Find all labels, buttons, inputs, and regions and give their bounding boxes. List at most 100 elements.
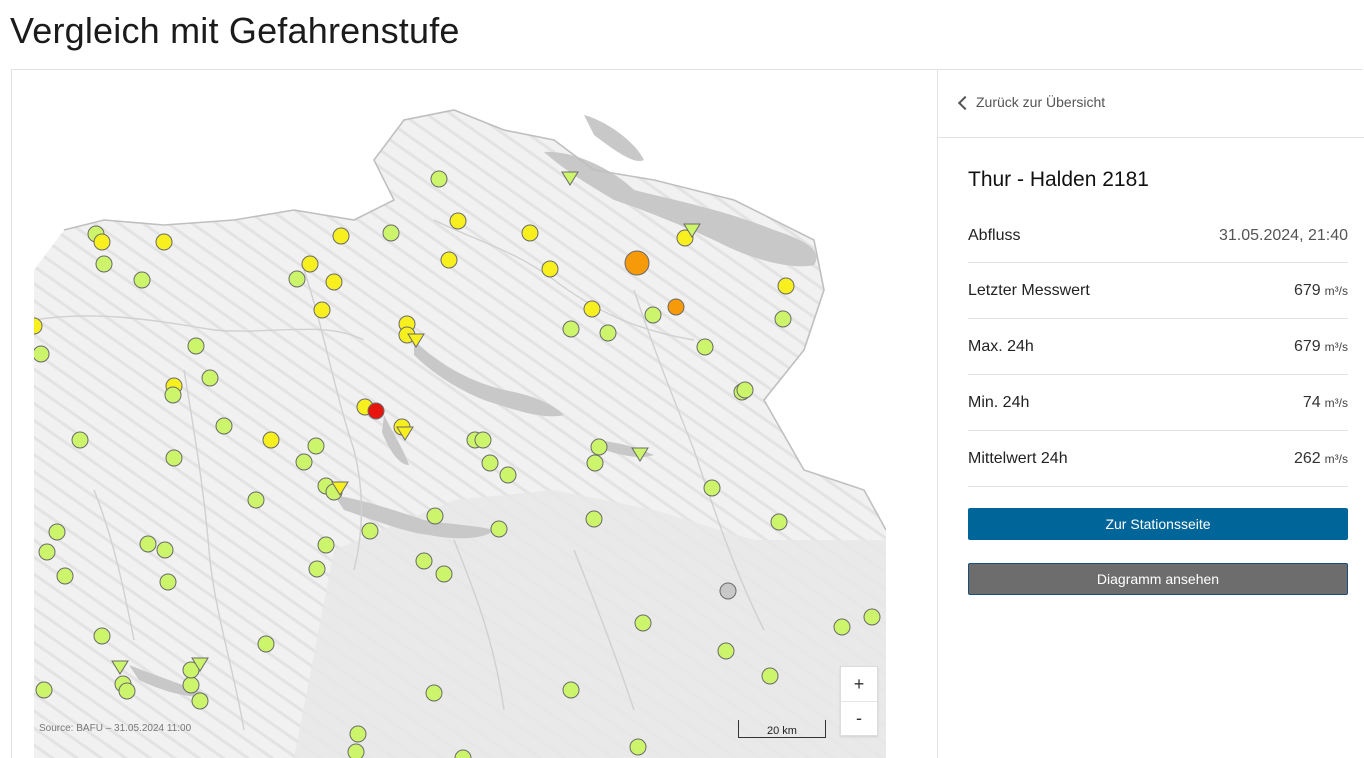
- station-marker[interactable]: [430, 170, 448, 188]
- station-marker[interactable]: [382, 224, 400, 242]
- row-value: 262: [1293, 449, 1321, 467]
- station-marker[interactable]: [332, 227, 350, 245]
- station-marker[interactable]: [295, 453, 313, 471]
- page-title: Vergleich mit Gefahrenstufe: [10, 10, 460, 51]
- back-link[interactable]: Zurück zur Übersicht: [957, 94, 1105, 110]
- row-min-24h: Min. 24h 74 m³/s: [968, 375, 1348, 431]
- station-marker[interactable]: [541, 260, 559, 278]
- station-marker[interactable]: [717, 642, 735, 660]
- station-marker[interactable]: [308, 560, 326, 578]
- station-marker[interactable]: [38, 543, 56, 561]
- station-panel: Zurück zur Übersicht Thur - Halden 2181 …: [937, 70, 1364, 758]
- station-marker[interactable]: [182, 676, 200, 694]
- station-marker[interactable]: [490, 520, 508, 538]
- station-marker[interactable]: [164, 386, 182, 404]
- station-marker[interactable]: [325, 273, 343, 291]
- station-marker[interactable]: [317, 536, 335, 554]
- station-marker[interactable]: [696, 338, 714, 356]
- row-abfluss: Abfluss 31.05.2024, 21:40: [968, 210, 1348, 263]
- station-marker[interactable]: [562, 320, 580, 338]
- station-marker[interactable]: [583, 300, 601, 318]
- station-marker[interactable]: [736, 381, 754, 399]
- station-marker[interactable]: [307, 437, 325, 455]
- map-source: Source: BAFU – 31.05.2024 11:00: [39, 723, 192, 734]
- station-marker[interactable]: [361, 522, 379, 540]
- measurement-list: Abfluss 31.05.2024, 21:40 Letzter Messwe…: [968, 210, 1348, 487]
- station-marker[interactable]: [215, 417, 233, 435]
- station-marker[interactable]: [159, 573, 177, 591]
- station-marker[interactable]: [191, 692, 209, 710]
- station-marker[interactable]: [703, 479, 721, 497]
- station-marker[interactable]: [629, 738, 647, 756]
- station-marker[interactable]: [599, 324, 617, 342]
- station-marker[interactable]: [288, 270, 306, 288]
- row-last-value: Letzter Messwert 679 m³/s: [968, 263, 1348, 319]
- station-marker[interactable]: [34, 345, 50, 363]
- station-marker[interactable]: [440, 251, 458, 269]
- station-marker[interactable]: [262, 431, 280, 449]
- zoom-in-button[interactable]: +: [841, 667, 877, 701]
- station-marker[interactable]: [247, 491, 265, 509]
- station-marker[interactable]: [349, 725, 367, 743]
- row-unit: m³/s: [1324, 395, 1348, 410]
- zoom-out-button[interactable]: -: [841, 701, 877, 735]
- station-marker[interactable]: [634, 614, 652, 632]
- station-marker[interactable]: [585, 510, 603, 528]
- station-marker[interactable]: [139, 535, 157, 553]
- diagram-button[interactable]: Diagramm ansehen: [968, 563, 1348, 595]
- station-marker[interactable]: [777, 277, 795, 295]
- station-marker[interactable]: [156, 541, 174, 559]
- row-value: 679: [1293, 337, 1321, 355]
- station-marker[interactable]: [133, 271, 151, 289]
- station-marker[interactable]: [165, 449, 183, 467]
- row-max-24h: Max. 24h 679 m³/s: [968, 319, 1348, 375]
- station-marker[interactable]: [667, 298, 685, 316]
- station-marker[interactable]: [71, 431, 89, 449]
- station-marker[interactable]: [95, 255, 113, 273]
- station-marker[interactable]: [644, 306, 662, 324]
- station-marker[interactable]: [474, 431, 492, 449]
- station-page-button[interactable]: Zur Stationsseite: [968, 508, 1348, 540]
- station-marker[interactable]: [201, 369, 219, 387]
- chevron-left-icon: [957, 95, 973, 110]
- station-marker[interactable]: [426, 507, 444, 525]
- station-marker[interactable]: [624, 250, 650, 276]
- station-marker[interactable]: [347, 743, 365, 758]
- station-marker[interactable]: [257, 635, 275, 653]
- station-marker[interactable]: [155, 233, 173, 251]
- station-marker[interactable]: [93, 233, 111, 251]
- station-marker[interactable]: [367, 402, 385, 420]
- station-marker[interactable]: [499, 466, 517, 484]
- row-label: Mittelwert 24h: [968, 449, 1068, 467]
- station-marker[interactable]: [48, 523, 66, 541]
- station-marker[interactable]: [187, 337, 205, 355]
- station-marker[interactable]: [562, 681, 580, 699]
- station-marker[interactable]: [301, 255, 319, 273]
- station-marker[interactable]: [118, 682, 136, 700]
- station-marker[interactable]: [833, 618, 851, 636]
- station-marker[interactable]: [719, 582, 737, 600]
- station-marker[interactable]: [425, 684, 443, 702]
- station-marker[interactable]: [449, 212, 467, 230]
- station-marker[interactable]: [313, 301, 331, 319]
- station-marker[interactable]: [590, 438, 608, 456]
- scale-bar: 20 km: [738, 720, 826, 738]
- station-marker[interactable]: [521, 224, 539, 242]
- station-marker[interactable]: [435, 565, 453, 583]
- station-marker[interactable]: [415, 552, 433, 570]
- map-view[interactable]: Source: BAFU – 31.05.2024 11:00 20 km + …: [34, 70, 886, 758]
- station-marker[interactable]: [56, 567, 74, 585]
- row-label: Letzter Messwert: [968, 281, 1090, 299]
- station-marker[interactable]: [774, 310, 792, 328]
- station-marker[interactable]: [770, 513, 788, 531]
- station-marker[interactable]: [586, 454, 604, 472]
- map-canvas[interactable]: [34, 70, 886, 758]
- station-marker[interactable]: [761, 667, 779, 685]
- panel-divider: [938, 137, 1364, 138]
- station-marker[interactable]: [481, 454, 499, 472]
- station-name: Thur - Halden 2181: [968, 168, 1149, 191]
- station-marker[interactable]: [93, 627, 111, 645]
- row-mean-24h: Mittelwert 24h 262 m³/s: [968, 431, 1348, 487]
- station-marker[interactable]: [35, 681, 53, 699]
- station-marker[interactable]: [863, 608, 881, 626]
